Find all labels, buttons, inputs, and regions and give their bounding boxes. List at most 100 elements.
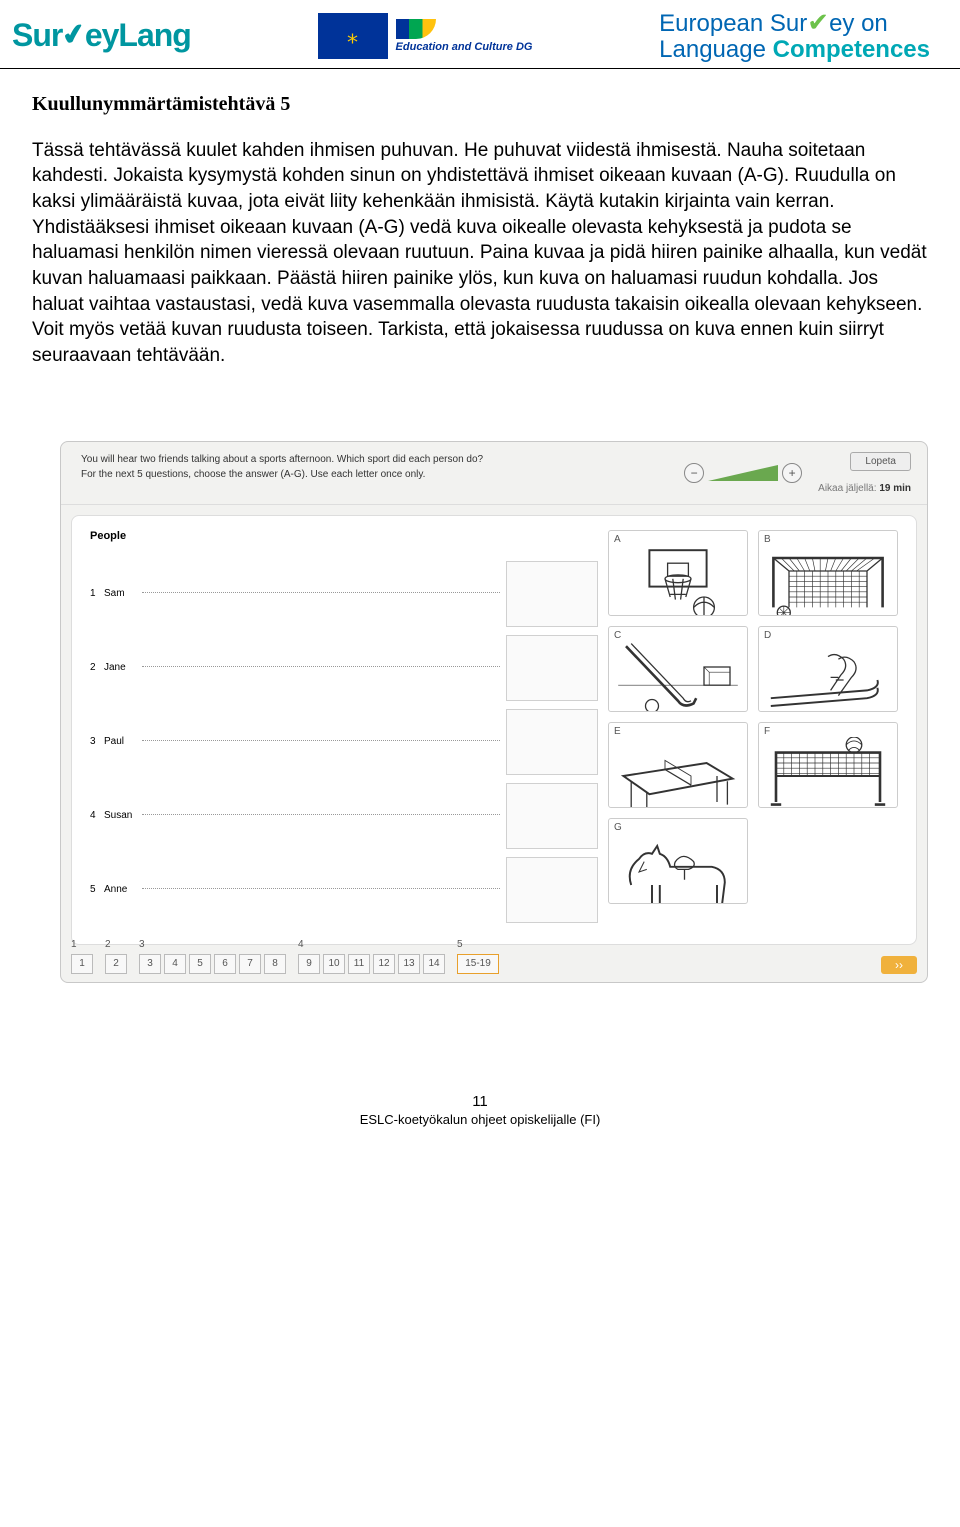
dotted-line — [142, 813, 500, 815]
person-name: Susan — [104, 810, 142, 821]
app-header-controls: − + Lopeta Aikaa jäljellä: 19 min — [684, 452, 911, 494]
timer-value: 19 min — [879, 483, 911, 494]
answer-dropzone[interactable] — [506, 561, 598, 627]
nav-group: 4 9 10 11 12 13 14 — [298, 939, 445, 974]
footer-text: ESLC-koetyökalun ohjeet opiskelijalle (F… — [0, 1112, 960, 1127]
nav-question-button[interactable]: 13 — [398, 954, 420, 974]
instructions-text: Tässä tehtävässä kuulet kahden ihmisen p… — [32, 138, 928, 369]
option-card[interactable]: A — [608, 530, 748, 616]
nav-question-button[interactable]: 7 — [239, 954, 261, 974]
nav-row: 3 4 5 6 7 8 — [139, 954, 286, 974]
option-card[interactable]: B — [758, 530, 898, 616]
swoosh-icon — [396, 19, 436, 39]
option-card[interactable]: C — [608, 626, 748, 712]
eu-logo: ⁎ Education and Culture DG — [318, 13, 533, 59]
person-number: 2 — [90, 662, 104, 673]
answer-dropzone[interactable] — [506, 857, 598, 923]
option-label: E — [614, 726, 621, 737]
nav-row: 9 10 11 12 13 14 — [298, 954, 445, 974]
nav-question-button[interactable]: 11 — [348, 954, 370, 974]
dotted-line — [142, 591, 500, 593]
eslc-text: Language — [659, 36, 772, 63]
option-card[interactable]: E — [608, 722, 748, 808]
dotted-line — [142, 739, 500, 741]
timer-display: Aikaa jäljellä: 19 min — [818, 483, 911, 494]
volume-level-icon[interactable] — [708, 465, 778, 481]
nav-question-button[interactable]: 14 — [423, 954, 445, 974]
app-nav-footer: 1 1 2 2 3 3 4 5 6 7 8 4 9 — [71, 939, 917, 974]
quit-button[interactable]: Lopeta — [850, 452, 911, 471]
eslc-logo: European Sur✔ey on Language Competences — [659, 8, 930, 64]
person-number: 1 — [90, 588, 104, 599]
timer-label: Aikaa jäljellä: — [818, 483, 876, 494]
header-logos: Sur✔eyLang ⁎ Education and Culture DG Eu… — [0, 0, 960, 69]
person-number: 3 — [90, 736, 104, 747]
nav-question-button[interactable]: 8 — [264, 954, 286, 974]
option-label: F — [764, 726, 770, 737]
option-card[interactable]: G — [608, 818, 748, 904]
option-card[interactable]: F — [758, 722, 898, 808]
content-area: Kuullunymmärtämistehtävä 5 Tässä tehtävä… — [0, 69, 960, 381]
people-column: People 1 Sam 2 Jane 3 Paul 4 Sus — [90, 530, 598, 930]
person-row: 4 Susan — [90, 782, 598, 850]
eslc-text: Competences — [773, 36, 930, 63]
nav-group: 2 2 — [105, 939, 127, 974]
nav-group: 3 3 4 5 6 7 8 — [139, 939, 286, 974]
answer-dropzone[interactable] — [506, 635, 598, 701]
nav-question-button[interactable]: 3 — [139, 954, 161, 974]
right-block: Lopeta Aikaa jäljellä: 19 min — [818, 452, 911, 494]
check-icon: ✔ — [807, 7, 829, 37]
option-label: G — [614, 822, 622, 833]
option-card[interactable]: D — [758, 626, 898, 712]
people-heading: People — [90, 530, 598, 542]
nav-row: 2 — [105, 954, 127, 974]
nav-group-label: 5 — [457, 939, 463, 950]
app-instructions: You will hear two friends talking about … — [81, 452, 621, 482]
volume-up-icon[interactable]: + — [782, 463, 802, 483]
answer-dropzone[interactable] — [506, 709, 598, 775]
nav-question-button[interactable]: 9 — [298, 954, 320, 974]
hockey-icon — [613, 641, 743, 712]
nav-question-button[interactable]: 2 — [105, 954, 127, 974]
answer-dropzone[interactable] — [506, 783, 598, 849]
nav-group: 5 15-19 — [457, 939, 499, 974]
dotted-line — [142, 887, 500, 889]
eslc-line1: European Sur✔ey on — [659, 8, 930, 37]
person-name: Paul — [104, 736, 142, 747]
nav-question-button[interactable]: 1 — [71, 954, 93, 974]
nav-question-button[interactable]: 4 — [164, 954, 186, 974]
eslc-text: ey on — [829, 10, 888, 37]
surveylang-logo: Sur✔eyLang — [12, 17, 191, 54]
page-number: 11 — [0, 1093, 960, 1110]
volume-control[interactable]: − + — [684, 463, 802, 483]
nav-question-button[interactable]: 12 — [373, 954, 395, 974]
option-label: B — [764, 534, 771, 545]
table-tennis-icon — [613, 737, 743, 808]
nav-group-label: 2 — [105, 939, 111, 950]
nav-row: 15-19 — [457, 954, 499, 974]
option-label: C — [614, 630, 621, 641]
nav-question-button[interactable]: 15-19 — [457, 954, 499, 974]
volume-down-icon[interactable]: − — [684, 463, 704, 483]
nav-row: 1 — [71, 954, 93, 974]
app-header: You will hear two friends talking about … — [61, 442, 927, 505]
person-row: 3 Paul — [90, 708, 598, 776]
nav-group-label: 3 — [139, 939, 145, 950]
nav-question-button[interactable]: 6 — [214, 954, 236, 974]
nav-question-button[interactable]: 5 — [189, 954, 211, 974]
check-icon: ✔ — [60, 17, 88, 53]
person-row: 2 Jane — [90, 634, 598, 702]
page-footer: 11 ESLC-koetyökalun ohjeet opiskelijalle… — [0, 1003, 960, 1147]
option-label: A — [614, 534, 621, 545]
logo-text: Sur — [12, 17, 62, 53]
eu-stars-icon: ⁎ — [318, 13, 388, 59]
basketball-icon — [613, 545, 743, 616]
eslc-text: European Sur — [659, 10, 807, 37]
options-grid: A B — [608, 530, 898, 930]
person-name: Anne — [104, 884, 142, 895]
nav-question-button[interactable]: 10 — [323, 954, 345, 974]
instr-line: For the next 5 questions, choose the ans… — [81, 467, 621, 482]
nav-group-label: 4 — [298, 939, 304, 950]
next-button[interactable]: ›› — [881, 956, 917, 974]
eu-flag-icon: ⁎ — [318, 13, 388, 59]
